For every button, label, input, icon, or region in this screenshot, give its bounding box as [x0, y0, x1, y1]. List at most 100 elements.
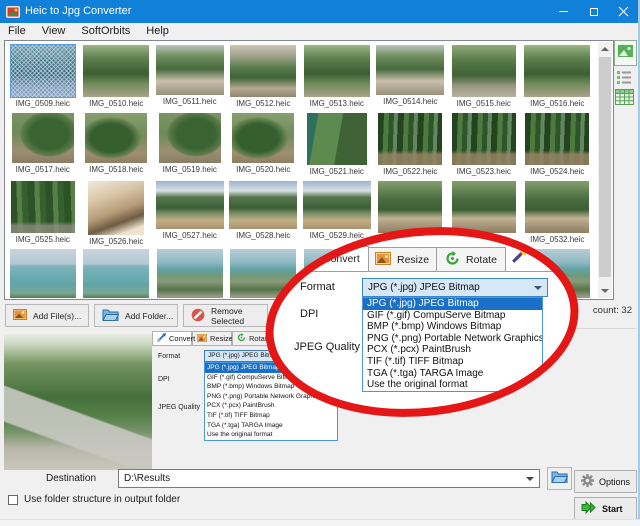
add-files-button[interactable]: Add File(s)...	[5, 304, 89, 327]
browse-folder-button[interactable]	[547, 467, 572, 490]
thumbnail-item[interactable]: IMG_0529.heic	[300, 178, 374, 246]
thumbnail-image[interactable]	[156, 181, 224, 229]
format-dropdown-value: JPG (*.jpg) JPEG Bitmap	[208, 352, 281, 359]
menu-item[interactable]: Help	[138, 23, 177, 39]
thumbnail-item[interactable]: IMG_0509.heic	[6, 42, 80, 110]
thumbnail-item[interactable]	[153, 246, 227, 298]
menu-item[interactable]: SoftOrbits	[73, 23, 138, 39]
scrollbar-thumb[interactable]	[599, 57, 611, 277]
thumbnail-image[interactable]	[378, 113, 442, 165]
thumbnail-image[interactable]	[452, 113, 516, 165]
thumbnail-image[interactable]	[229, 181, 297, 229]
menu-bar: File View SoftOrbits Help	[0, 23, 640, 39]
destination-value: D:\Results	[124, 473, 170, 484]
thumbnail-item[interactable]: IMG_0511.heic	[153, 42, 227, 110]
thumbnail-item[interactable]: IMG_0525.heic	[6, 178, 80, 246]
thumbnail-view-button[interactable]	[614, 40, 637, 66]
tab-rotate[interactable]: Rotate	[232, 331, 272, 346]
thumbnail-image[interactable]	[159, 113, 221, 163]
format-option[interactable]: TGA (*.tga) TARGA Image	[205, 421, 337, 431]
details-view-button[interactable]	[615, 89, 635, 106]
menu-item[interactable]: View	[34, 23, 74, 39]
add-files-label: Add File(s)...	[33, 311, 81, 321]
thumbnail-item[interactable]	[6, 246, 80, 298]
vertical-scrollbar[interactable]	[598, 42, 612, 298]
scroll-up-button[interactable]	[598, 42, 612, 56]
minimize-button[interactable]	[548, 0, 578, 23]
format-dropdown[interactable]: JPG (*.jpg) JPEG Bitmap	[362, 278, 548, 297]
folder-structure-checkbox[interactable]	[8, 495, 18, 505]
tab-convert[interactable]: Convert	[294, 246, 369, 272]
thumbnail-image[interactable]	[303, 181, 371, 229]
thumbnail-image[interactable]	[83, 249, 149, 298]
thumbnail-item[interactable]: IMG_0527.heic	[153, 178, 227, 246]
format-option[interactable]: BMP (*.bmp) Windows Bitmap	[363, 321, 542, 333]
thumbnail-image[interactable]	[525, 113, 589, 165]
format-option[interactable]: PCX (*.pcx) PaintBrush	[363, 344, 542, 356]
app-icon	[6, 5, 20, 17]
start-arrow-icon	[581, 501, 597, 516]
thumbnail-image[interactable]	[85, 113, 147, 163]
thumbnail-image[interactable]	[304, 45, 370, 97]
format-option[interactable]: GIF (*.gif) CompuServe Bitmap	[363, 310, 542, 322]
destination-combobox[interactable]: D:\Results	[118, 469, 540, 488]
tab-resize[interactable]: Resize	[192, 331, 232, 346]
options-button[interactable]: Options	[574, 470, 637, 493]
thumbnail-item[interactable]: IMG_0517.heic	[6, 110, 80, 178]
thumbnail-item[interactable]: IMG_0514.heic	[374, 42, 448, 110]
thumbnail-item[interactable]: IMG_0516.heic	[521, 42, 595, 110]
thumbnail-image[interactable]	[83, 45, 149, 97]
thumbnail-item[interactable]: IMG_0513.heic	[300, 42, 374, 110]
thumbnail-image[interactable]	[10, 249, 76, 298]
format-option[interactable]: PNG (*.png) Portable Network Graphics	[363, 333, 542, 345]
list-view-button[interactable]	[617, 71, 633, 85]
thumbnail-image[interactable]	[524, 45, 590, 97]
format-option[interactable]: Use the original format	[363, 379, 542, 391]
start-button[interactable]: Start	[574, 497, 637, 520]
maximize-icon	[590, 8, 598, 16]
thumbnail-image[interactable]	[378, 181, 442, 233]
close-button[interactable]	[608, 0, 638, 23]
thumbnail-image[interactable]	[157, 249, 223, 298]
thumbnail-item[interactable]: IMG_0526.heic	[80, 178, 154, 246]
format-option[interactable]: TIF (*.tif) TIFF Bitmap	[363, 356, 542, 368]
format-option[interactable]: JPG (*.jpg) JPEG Bitmap	[363, 298, 542, 310]
add-folder-button[interactable]: Add Folder...	[94, 304, 178, 327]
thumbnail-item[interactable]: IMG_0520.heic	[227, 110, 301, 178]
thumbnail-item[interactable]: IMG_0519.heic	[153, 110, 227, 178]
thumbnail-item[interactable]: IMG_0522.heic	[374, 110, 448, 178]
thumbnail-image[interactable]	[376, 45, 444, 95]
magic-wand-icon[interactable]	[509, 245, 530, 266]
thumbnail-item[interactable]: IMG_0523.heic	[447, 110, 521, 178]
scroll-down-button[interactable]	[598, 284, 612, 298]
thumbnail-image[interactable]	[11, 181, 75, 233]
tab-rotate[interactable]: Rotate	[436, 247, 506, 272]
thumbnail-image[interactable]	[452, 45, 516, 97]
thumbnail-item[interactable]: IMG_0510.heic	[80, 42, 154, 110]
thumbnail-image[interactable]	[307, 113, 367, 165]
thumbnail-item[interactable]	[80, 246, 154, 298]
thumbnail-item[interactable]: IMG_0524.heic	[521, 110, 595, 178]
remove-selected-button[interactable]: Remove Selected	[183, 304, 268, 327]
thumbnail-image[interactable]	[232, 113, 294, 163]
image-file-icon	[13, 309, 27, 322]
thumbnail-item[interactable]: IMG_0521.heic	[300, 110, 374, 178]
close-icon	[618, 6, 629, 17]
tab-resize[interactable]: Resize	[366, 247, 438, 272]
thumbnail-item[interactable]: IMG_0518.heic	[80, 110, 154, 178]
thumbnail-item[interactable]: IMG_0528.heic	[227, 178, 301, 246]
thumbnail-item[interactable]: IMG_0515.heic	[447, 42, 521, 110]
gear-icon	[581, 474, 594, 489]
thumbnail-image[interactable]	[88, 181, 144, 235]
thumbnail-image[interactable]	[230, 45, 296, 97]
menu-item[interactable]: File	[0, 23, 34, 39]
maximize-button[interactable]	[579, 0, 609, 23]
format-option[interactable]: Use the original format	[205, 430, 337, 440]
tab-convert[interactable]: Convert	[152, 331, 192, 346]
thumbnail-image[interactable]	[156, 45, 224, 95]
format-option[interactable]: TGA (*.tga) TARGA Image	[363, 368, 542, 380]
thumbnail-image[interactable]	[11, 45, 75, 97]
thumbnail-item[interactable]: IMG_0512.heic	[227, 42, 301, 110]
thumbnail-image[interactable]	[12, 113, 74, 163]
thumbnail-filename: IMG_0515.heic	[447, 99, 521, 108]
